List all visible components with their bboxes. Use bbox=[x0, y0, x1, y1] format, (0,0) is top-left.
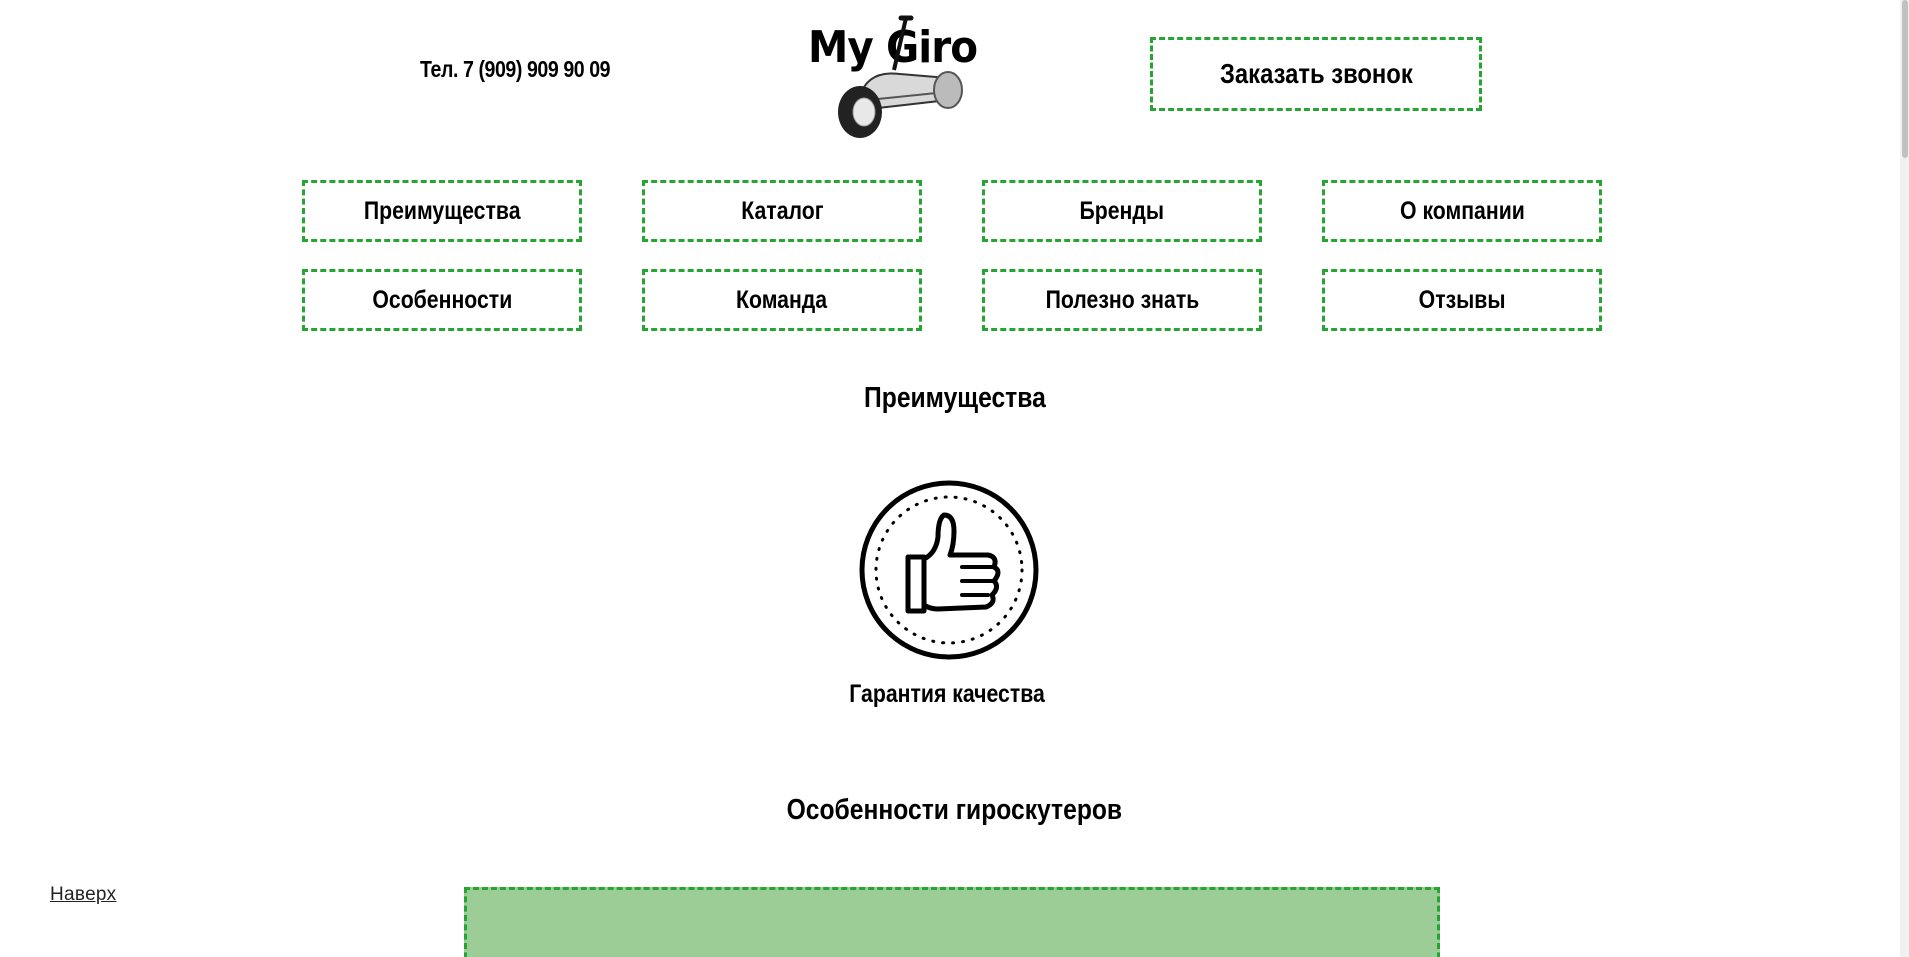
nav-reviews[interactable]: Отзывы bbox=[1322, 269, 1602, 331]
nav-features[interactable]: Особенности bbox=[302, 269, 582, 331]
nav-label: Отзывы bbox=[1418, 285, 1506, 314]
nav-label: Бренды bbox=[1079, 196, 1165, 225]
nav-useful[interactable]: Полезно знать bbox=[982, 269, 1262, 331]
nav-label: Команда bbox=[736, 285, 828, 314]
scrollbar[interactable] bbox=[1900, 0, 1909, 957]
thumbs-up-icon bbox=[859, 480, 1039, 660]
back-to-top-link[interactable]: Наверх bbox=[50, 884, 116, 906]
order-call-button[interactable]: Заказать звонок bbox=[1150, 37, 1482, 111]
scrollbar-thumb[interactable] bbox=[1902, 0, 1908, 158]
nav-team[interactable]: Команда bbox=[642, 269, 922, 331]
nav-brands[interactable]: Бренды bbox=[982, 180, 1262, 242]
nav-label: Полезно знать bbox=[1045, 285, 1199, 314]
hoverboard-icon bbox=[838, 15, 963, 138]
nav-about[interactable]: О компании bbox=[1322, 180, 1602, 242]
order-call-label: Заказать звонок bbox=[1219, 58, 1413, 89]
advantages-title: Преимущества bbox=[863, 382, 1046, 414]
nav-label: Преимущества bbox=[363, 196, 521, 225]
nav-advantages[interactable]: Преимущества bbox=[302, 180, 582, 242]
nav-label: О компании bbox=[1399, 196, 1525, 225]
nav-catalog[interactable]: Каталог bbox=[642, 180, 922, 242]
page: Тел. 7 (909) 909 90 09 My Giro Заказать … bbox=[0, 0, 1909, 957]
features-title: Особенности гироскутеров bbox=[786, 794, 1123, 826]
nav-label: Особенности bbox=[372, 285, 512, 314]
phone-number: Тел. 7 (909) 909 90 09 bbox=[420, 56, 611, 82]
nav-label: Каталог bbox=[740, 196, 824, 225]
quality-guarantee-caption: Гарантия качества bbox=[849, 680, 1046, 708]
logo[interactable]: My Giro bbox=[808, 8, 998, 138]
features-panel bbox=[464, 887, 1440, 957]
